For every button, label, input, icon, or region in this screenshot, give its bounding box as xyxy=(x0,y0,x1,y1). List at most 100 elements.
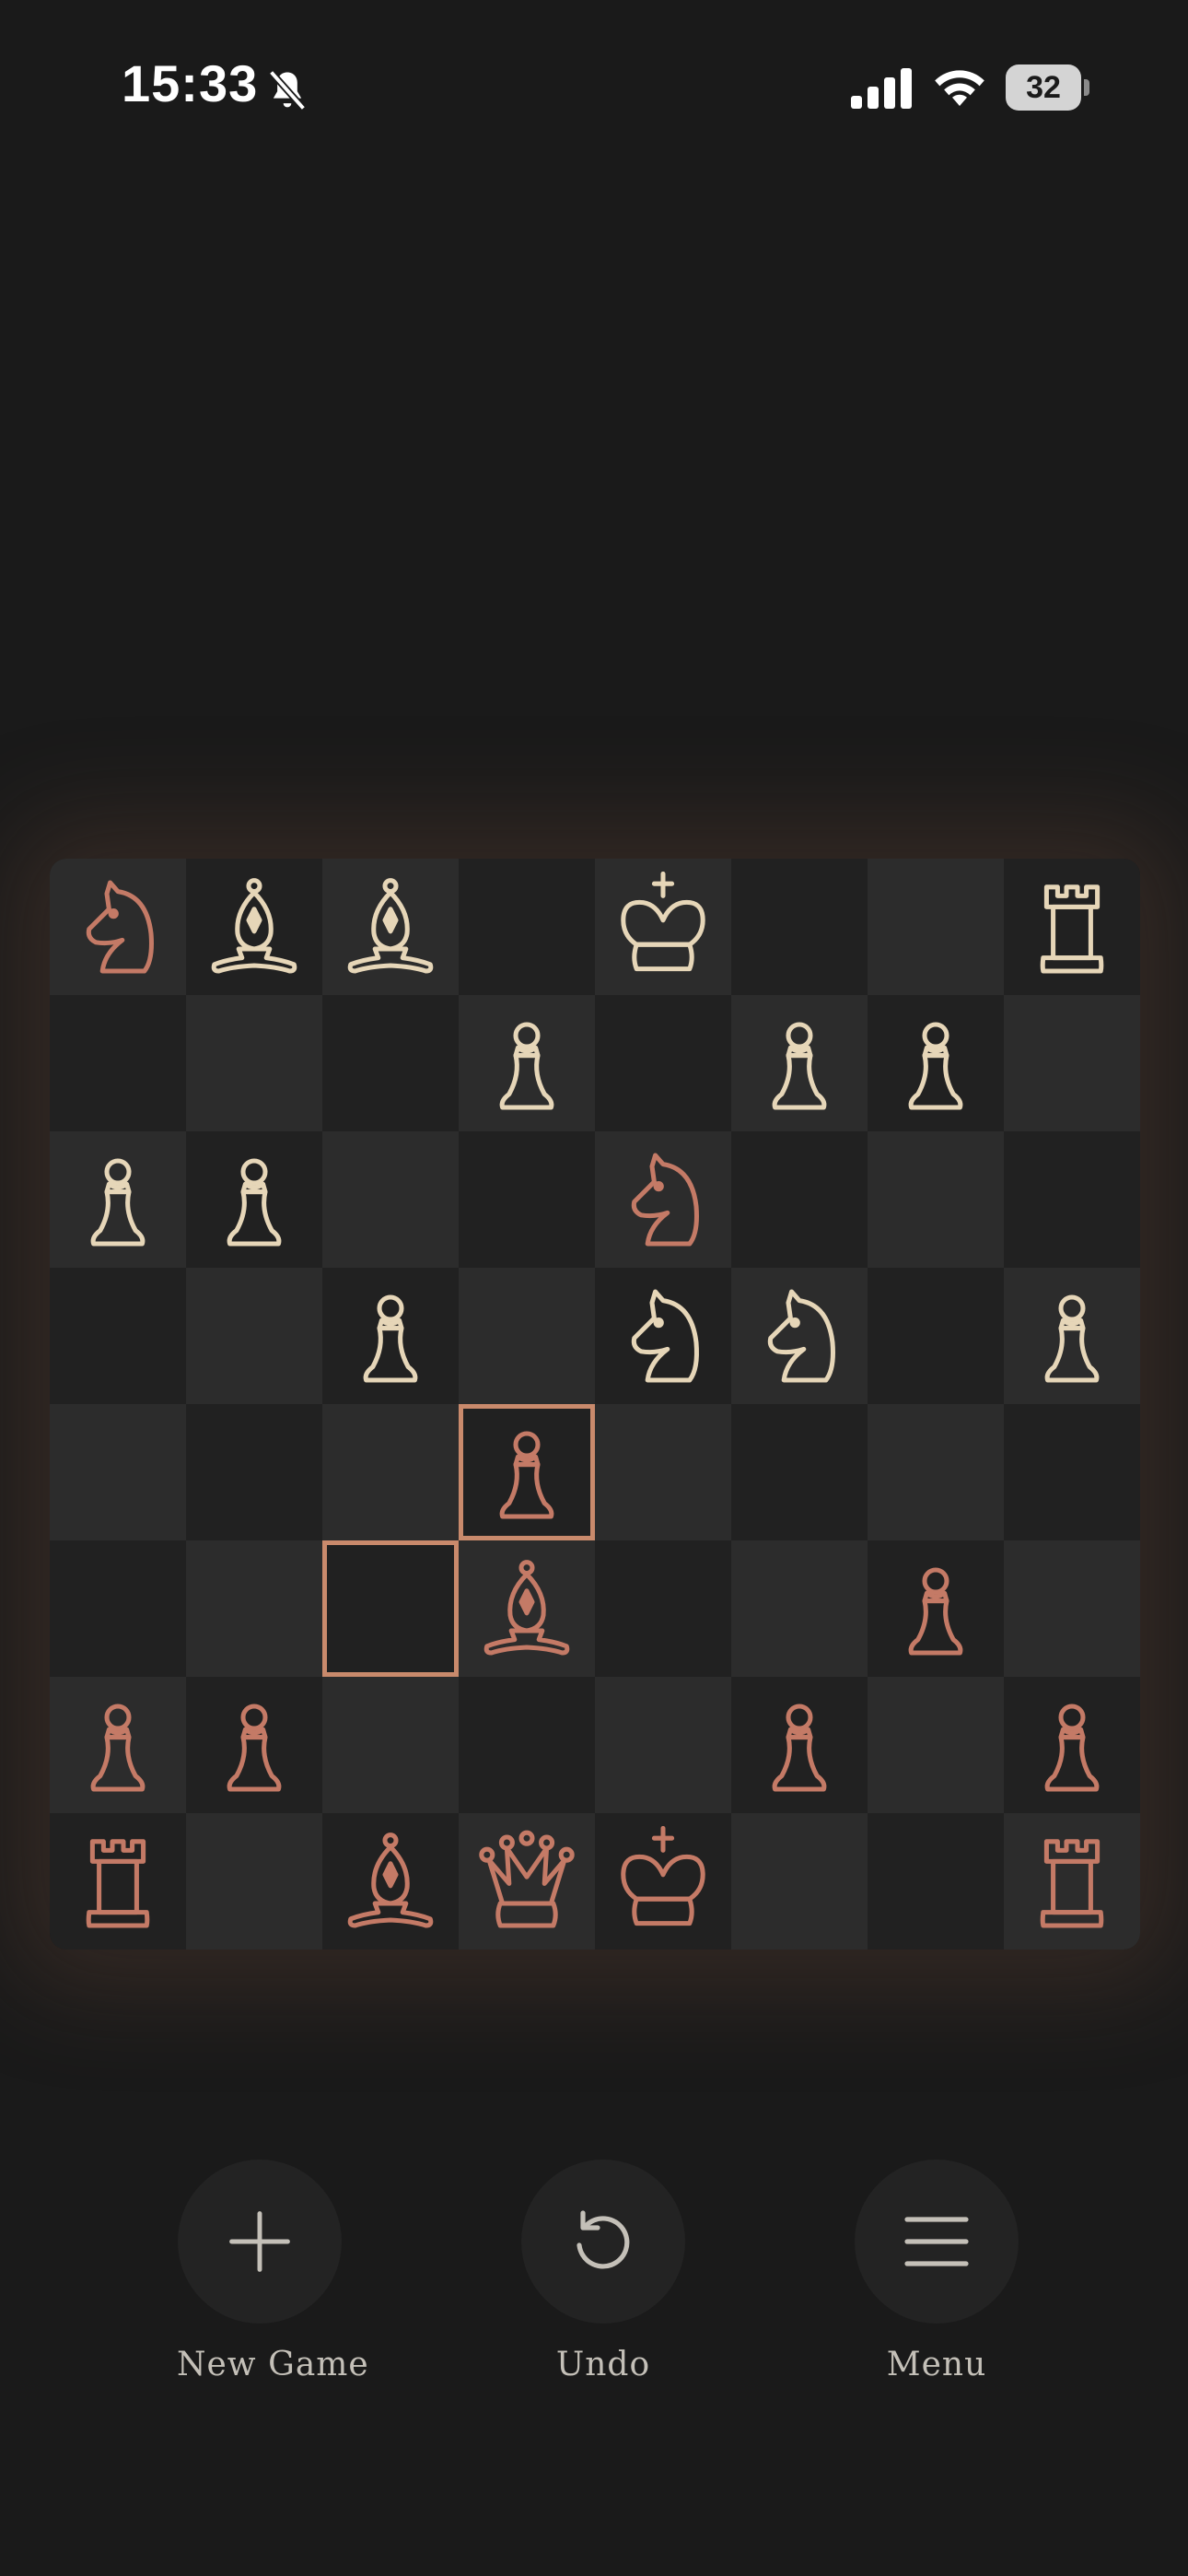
square-a3[interactable] xyxy=(50,1540,186,1677)
undo-button[interactable] xyxy=(521,2160,685,2324)
square-c2[interactable] xyxy=(322,1677,459,1813)
menu-control: Menu xyxy=(854,2160,1019,2383)
square-e8[interactable] xyxy=(595,859,731,995)
square-d1[interactable] xyxy=(459,1813,595,1950)
square-e1[interactable] xyxy=(595,1813,731,1950)
black-knight-icon[interactable] xyxy=(608,1144,718,1255)
black-pawn-icon[interactable] xyxy=(880,1553,991,1664)
square-h8[interactable] xyxy=(1004,859,1140,995)
white-pawn-icon[interactable] xyxy=(199,1144,309,1255)
black-rook-icon[interactable] xyxy=(1017,1826,1127,1937)
black-queen-icon[interactable] xyxy=(472,1826,582,1937)
black-bishop-icon[interactable] xyxy=(472,1553,582,1664)
square-f5[interactable] xyxy=(731,1268,868,1404)
square-d5[interactable] xyxy=(459,1268,595,1404)
square-d2[interactable] xyxy=(459,1677,595,1813)
black-king-icon[interactable] xyxy=(608,1826,718,1937)
square-g7[interactable] xyxy=(868,995,1004,1131)
white-pawn-icon[interactable] xyxy=(1017,1281,1127,1391)
square-e3[interactable] xyxy=(595,1540,731,1677)
square-h4[interactable] xyxy=(1004,1404,1140,1540)
square-g4[interactable] xyxy=(868,1404,1004,1540)
square-h5[interactable] xyxy=(1004,1268,1140,1404)
square-h3[interactable] xyxy=(1004,1540,1140,1677)
black-pawn-icon[interactable] xyxy=(744,1690,855,1800)
white-pawn-icon[interactable] xyxy=(880,1008,991,1118)
new-game-button[interactable] xyxy=(178,2160,342,2324)
square-c6[interactable] xyxy=(322,1131,459,1268)
square-g1[interactable] xyxy=(868,1813,1004,1950)
square-h7[interactable] xyxy=(1004,995,1140,1131)
square-a4[interactable] xyxy=(50,1404,186,1540)
square-f8[interactable] xyxy=(731,859,868,995)
square-b5[interactable] xyxy=(186,1268,322,1404)
square-a1[interactable] xyxy=(50,1813,186,1950)
square-d6[interactable] xyxy=(459,1131,595,1268)
square-a6[interactable] xyxy=(50,1131,186,1268)
square-a5[interactable] xyxy=(50,1268,186,1404)
square-f6[interactable] xyxy=(731,1131,868,1268)
square-h2[interactable] xyxy=(1004,1677,1140,1813)
square-c8[interactable] xyxy=(322,859,459,995)
white-pawn-icon[interactable] xyxy=(472,1008,582,1118)
black-rook-icon[interactable] xyxy=(63,1826,173,1937)
square-h1[interactable] xyxy=(1004,1813,1140,1950)
black-knight-icon[interactable] xyxy=(63,872,173,982)
square-g8[interactable] xyxy=(868,859,1004,995)
square-g3[interactable] xyxy=(868,1540,1004,1677)
black-pawn-icon[interactable] xyxy=(472,1417,582,1528)
square-g2[interactable] xyxy=(868,1677,1004,1813)
plus-icon xyxy=(229,2211,290,2272)
white-bishop-icon[interactable] xyxy=(335,872,446,982)
square-c1[interactable] xyxy=(322,1813,459,1950)
white-king-icon[interactable] xyxy=(608,872,718,982)
white-pawn-icon[interactable] xyxy=(63,1144,173,1255)
black-pawn-icon[interactable] xyxy=(199,1690,309,1800)
square-b6[interactable] xyxy=(186,1131,322,1268)
white-rook-icon[interactable] xyxy=(1017,872,1127,982)
square-d3[interactable] xyxy=(459,1540,595,1677)
highlighted-square-d4[interactable] xyxy=(459,1404,595,1540)
undo-icon xyxy=(577,2210,630,2269)
square-e2[interactable] xyxy=(595,1677,731,1813)
square-e5[interactable] xyxy=(595,1268,731,1404)
square-b3[interactable] xyxy=(186,1540,322,1677)
square-e6[interactable] xyxy=(595,1131,731,1268)
square-f2[interactable] xyxy=(731,1677,868,1813)
square-a8[interactable] xyxy=(50,859,186,995)
white-pawn-icon[interactable] xyxy=(335,1281,446,1391)
square-d7[interactable] xyxy=(459,995,595,1131)
square-g5[interactable] xyxy=(868,1268,1004,1404)
chess-board xyxy=(50,859,1140,1950)
square-b7[interactable] xyxy=(186,995,322,1131)
highlighted-square-c3[interactable] xyxy=(322,1540,459,1677)
square-b4[interactable] xyxy=(186,1404,322,1540)
square-d8[interactable] xyxy=(459,859,595,995)
white-bishop-icon[interactable] xyxy=(199,872,309,982)
white-knight-icon[interactable] xyxy=(744,1281,855,1391)
square-e4[interactable] xyxy=(595,1404,731,1540)
square-c4[interactable] xyxy=(322,1404,459,1540)
black-pawn-icon[interactable] xyxy=(1017,1690,1127,1800)
menu-button[interactable] xyxy=(855,2160,1019,2324)
square-e7[interactable] xyxy=(595,995,731,1131)
new-game-control: New Game xyxy=(177,2160,368,2383)
square-a2[interactable] xyxy=(50,1677,186,1813)
black-pawn-icon[interactable] xyxy=(63,1690,173,1800)
square-c7[interactable] xyxy=(322,995,459,1131)
square-c5[interactable] xyxy=(322,1268,459,1404)
black-bishop-icon[interactable] xyxy=(335,1826,446,1937)
square-a7[interactable] xyxy=(50,995,186,1131)
battery-level: 32 xyxy=(1006,64,1081,111)
square-g6[interactable] xyxy=(868,1131,1004,1268)
square-f7[interactable] xyxy=(731,995,868,1131)
square-b2[interactable] xyxy=(186,1677,322,1813)
white-knight-icon[interactable] xyxy=(608,1281,718,1391)
square-f4[interactable] xyxy=(731,1404,868,1540)
square-b1[interactable] xyxy=(186,1813,322,1950)
white-pawn-icon[interactable] xyxy=(744,1008,855,1118)
square-b8[interactable] xyxy=(186,859,322,995)
square-f3[interactable] xyxy=(731,1540,868,1677)
square-f1[interactable] xyxy=(731,1813,868,1950)
square-h6[interactable] xyxy=(1004,1131,1140,1268)
